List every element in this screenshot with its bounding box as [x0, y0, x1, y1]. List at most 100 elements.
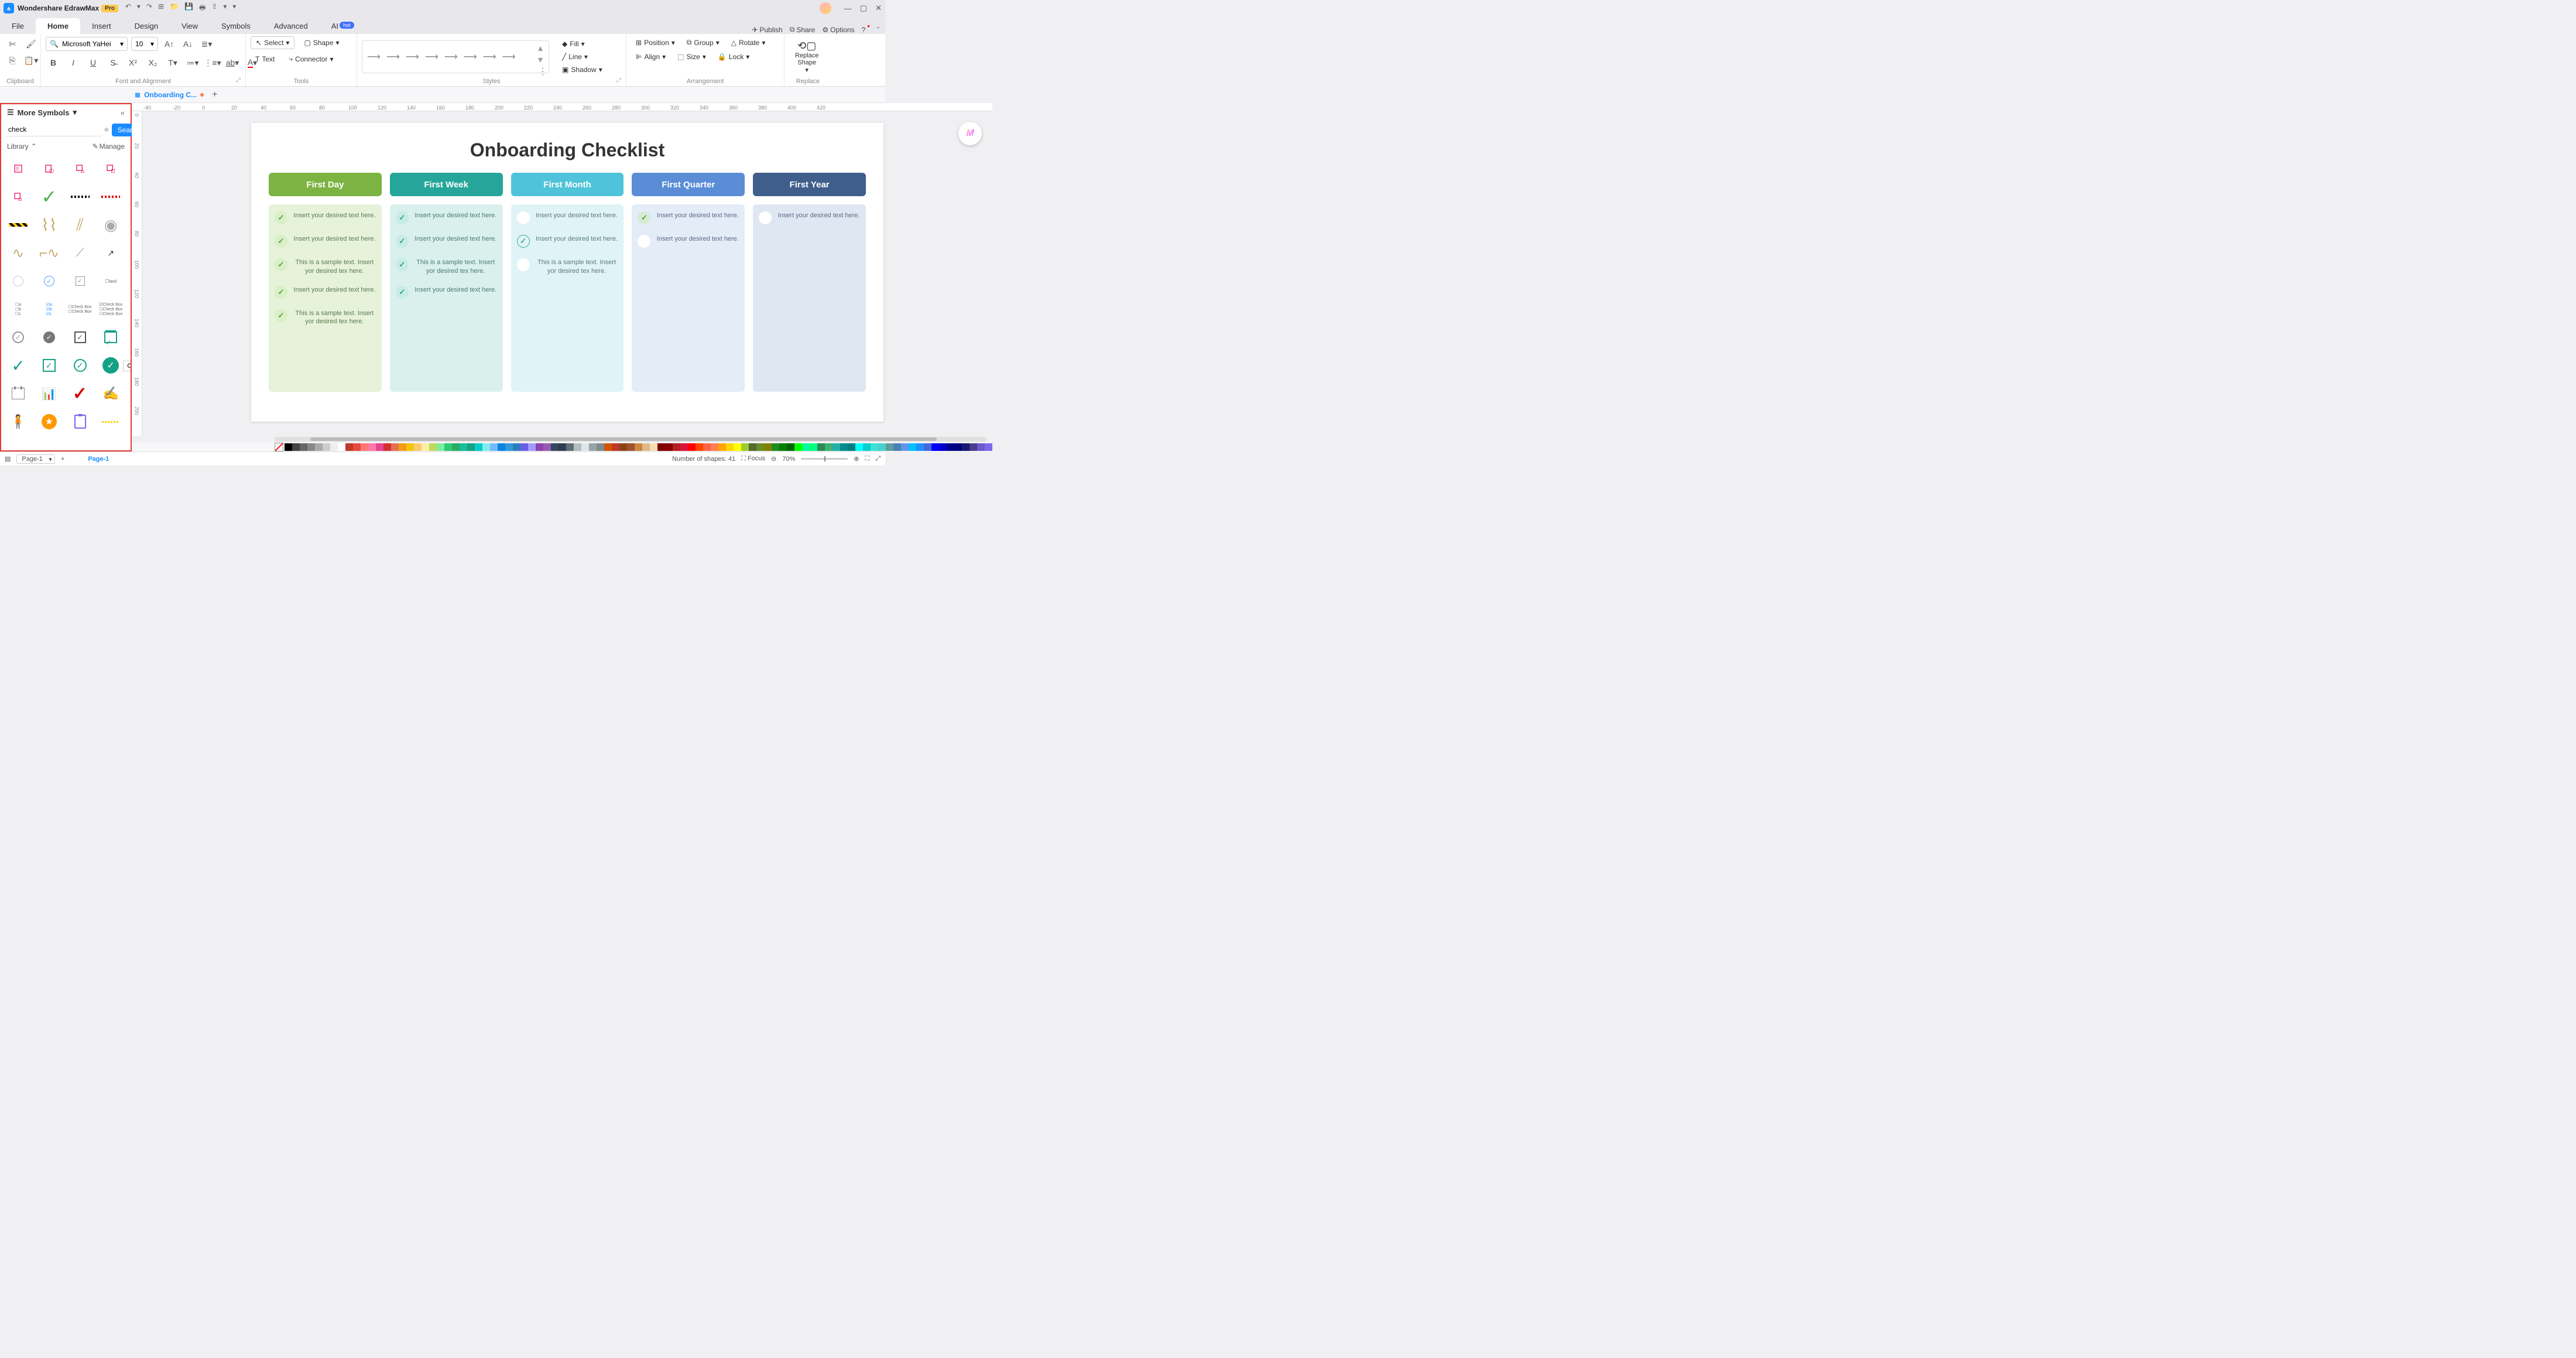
- item-text[interactable]: Insert your desired text here.: [293, 235, 376, 243]
- color-swatch[interactable]: [734, 443, 741, 451]
- gallery-down-icon[interactable]: ▾: [538, 54, 547, 66]
- gallery-expand-icon[interactable]: ⋮: [538, 66, 547, 77]
- publish-button[interactable]: ✈Publish: [752, 26, 782, 34]
- checklist-item[interactable]: ✓ Insert your desired text here.: [275, 235, 376, 248]
- replace-shape-button[interactable]: ⟲▢ Replace Shape▾: [789, 37, 824, 76]
- check-icon[interactable]: ✓: [275, 235, 287, 248]
- symbol-item[interactable]: 🧍: [6, 409, 30, 434]
- add-tab-icon[interactable]: +: [212, 90, 217, 100]
- manage-library-button[interactable]: ✎Manage: [93, 142, 125, 150]
- symbol-item[interactable]: 📊: [37, 381, 61, 406]
- close-icon[interactable]: ✕: [875, 4, 882, 13]
- color-swatch[interactable]: [437, 443, 444, 451]
- color-swatch[interactable]: [711, 443, 718, 451]
- color-swatch[interactable]: [315, 443, 323, 451]
- library-collapse-icon[interactable]: ⌃: [31, 142, 37, 150]
- color-swatch[interactable]: [452, 443, 460, 451]
- color-swatch[interactable]: [505, 443, 513, 451]
- add-page-icon[interactable]: +: [61, 456, 64, 463]
- color-swatch[interactable]: [680, 443, 688, 451]
- checklist-column[interactable]: First Month✓Insert your desired text her…: [511, 173, 624, 392]
- symbol-item[interactable]: [6, 381, 30, 406]
- symbol-item[interactable]: ✓: [68, 381, 93, 406]
- checklist-item[interactable]: ✓Insert your desired text here.: [638, 211, 739, 224]
- check-icon[interactable]: ✓: [275, 258, 287, 271]
- export-icon[interactable]: ⇪: [211, 2, 217, 15]
- column-body[interactable]: ✓ Insert your desired text here. ✓ Insert y…: [269, 204, 382, 392]
- column-body[interactable]: ✓Insert your desired text here.: [753, 204, 866, 392]
- menu-home[interactable]: Home: [36, 18, 80, 34]
- color-swatch[interactable]: [368, 443, 376, 451]
- menu-insert[interactable]: Insert: [80, 18, 123, 34]
- color-swatch[interactable]: [665, 443, 673, 451]
- check-icon[interactable]: ✓: [396, 286, 409, 299]
- column-header[interactable]: First Quarter: [632, 173, 745, 196]
- check-icon[interactable]: ✓: [517, 258, 530, 271]
- color-swatch[interactable]: [741, 443, 749, 451]
- fit-page-icon[interactable]: ⛶: [865, 455, 869, 463]
- focus-mode-button[interactable]: ⛶ Focus: [741, 455, 765, 463]
- color-swatch[interactable]: [673, 443, 680, 451]
- maximize-icon[interactable]: ▢: [860, 4, 867, 13]
- pages-icon[interactable]: ▤: [5, 455, 11, 463]
- highlight-icon[interactable]: ab▾: [225, 55, 240, 70]
- symbol-item[interactable]: ✍: [98, 381, 123, 406]
- color-swatch[interactable]: [772, 443, 779, 451]
- color-swatch[interactable]: [657, 443, 665, 451]
- color-swatch[interactable]: [338, 443, 345, 451]
- symbol-item[interactable]: [6, 156, 30, 181]
- color-swatch[interactable]: [574, 443, 581, 451]
- zoom-slider[interactable]: [801, 458, 848, 460]
- color-swatch[interactable]: [863, 443, 871, 451]
- symbol-item[interactable]: ◉: [98, 213, 123, 237]
- item-text[interactable]: Insert your desired text here.: [415, 235, 497, 243]
- check-icon[interactable]: ✓: [275, 309, 287, 322]
- symbol-item[interactable]: ✓: [37, 353, 61, 378]
- font-launcher-icon[interactable]: ⤢: [236, 77, 241, 84]
- item-text[interactable]: Insert your desired text here.: [536, 211, 618, 220]
- symbol-item[interactable]: ☑a☑b☑c: [37, 297, 61, 321]
- symbol-item[interactable]: ⟋: [68, 241, 93, 265]
- redo-dropdown-icon[interactable]: ▾: [137, 2, 141, 15]
- item-text[interactable]: Insert your desired text here.: [415, 211, 497, 220]
- font-size-select[interactable]: 10▾: [131, 37, 158, 51]
- clear-search-icon[interactable]: ●: [104, 125, 109, 135]
- bullets-icon[interactable]: ≔▾: [185, 55, 200, 70]
- checklist-item[interactable]: ✓Insert your desired text here.: [517, 235, 618, 248]
- ai-assistant-button[interactable]: M: [958, 122, 982, 145]
- page[interactable]: Onboarding Checklist First Day✓Insert yo…: [251, 123, 883, 422]
- symbol-item[interactable]: ⫽: [68, 213, 93, 237]
- color-swatch[interactable]: [597, 443, 604, 451]
- symbol-item[interactable]: [98, 409, 123, 434]
- color-swatch[interactable]: [970, 443, 977, 451]
- check-icon[interactable]: ✓: [517, 235, 530, 248]
- color-swatch[interactable]: [871, 443, 878, 451]
- user-avatar[interactable]: [820, 2, 831, 14]
- color-swatch[interactable]: [794, 443, 802, 451]
- gallery-up-icon[interactable]: ▴: [538, 42, 547, 54]
- symbol-item[interactable]: ↗: [98, 241, 123, 265]
- checklist-column[interactable]: First Year✓Insert your desired text here…: [753, 173, 866, 392]
- position-button[interactable]: ⊞ Position ▾: [631, 36, 680, 49]
- item-text[interactable]: Insert your desired text here.: [777, 211, 860, 220]
- color-swatch[interactable]: [718, 443, 726, 451]
- canvas[interactable]: Onboarding Checklist First Day✓Insert yo…: [142, 111, 992, 436]
- color-swatch[interactable]: [551, 443, 559, 451]
- color-swatch[interactable]: [825, 443, 833, 451]
- symbol-item[interactable]: ✓: [37, 269, 61, 293]
- color-swatch[interactable]: [543, 443, 551, 451]
- color-swatch[interactable]: [345, 443, 353, 451]
- checklist-item[interactable]: ✓Insert your desired text here.: [396, 211, 497, 224]
- select-tool[interactable]: ↖ Select ▾: [251, 36, 294, 49]
- color-swatch[interactable]: [749, 443, 756, 451]
- subscript-icon[interactable]: X₂: [145, 55, 160, 70]
- collapse-panel-icon[interactable]: «: [121, 108, 125, 117]
- color-swatch[interactable]: [855, 443, 863, 451]
- item-text[interactable]: Insert your desired text here.: [415, 286, 497, 294]
- color-swatch[interactable]: [977, 443, 985, 451]
- color-swatch[interactable]: [361, 443, 368, 451]
- item-text[interactable]: Insert your desired text here.: [293, 286, 376, 294]
- color-swatch[interactable]: [467, 443, 475, 451]
- redo-icon[interactable]: ↷: [146, 2, 152, 15]
- symbol-item[interactable]: ✓: [98, 325, 123, 350]
